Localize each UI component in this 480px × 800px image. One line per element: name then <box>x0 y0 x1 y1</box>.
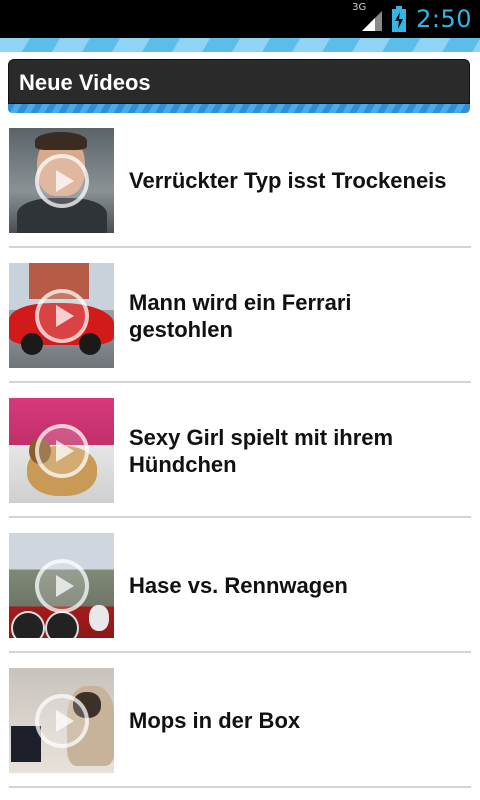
play-icon <box>35 694 89 748</box>
network-type-label: 3G <box>352 2 367 13</box>
play-icon <box>35 154 89 208</box>
video-title[interactable]: Sexy Girl spielt mit ihrem Hündchen <box>129 383 459 518</box>
page-title: Neue Videos <box>19 70 151 95</box>
list-item[interactable]: Verrückter Typ isst Trockeneis <box>9 113 471 248</box>
list-item[interactable]: Mann wird ein Ferrari gestohlen <box>9 248 471 383</box>
video-thumbnail[interactable] <box>9 128 114 233</box>
play-icon <box>35 559 89 613</box>
list-item[interactable]: Sexy Girl spielt mit ihrem Hündchen <box>9 383 471 518</box>
video-list: Verrückter Typ isst Trockeneis Mann wird… <box>9 113 471 788</box>
signal-icon: 3G <box>352 2 386 33</box>
video-title[interactable]: Verrückter Typ isst Trockeneis <box>129 113 459 248</box>
header-underline <box>8 104 470 113</box>
list-item[interactable]: Mops in der Box <box>9 653 471 788</box>
header-bar: Neue Videos <box>8 59 470 104</box>
list-item[interactable]: Hase vs. Rennwagen <box>9 518 471 653</box>
accent-strip <box>0 38 480 52</box>
video-thumbnail[interactable] <box>9 533 114 638</box>
play-icon <box>35 424 89 478</box>
video-title[interactable]: Hase vs. Rennwagen <box>129 518 459 653</box>
video-title[interactable]: Mops in der Box <box>129 653 459 788</box>
video-title[interactable]: Mann wird ein Ferrari gestohlen <box>129 248 459 383</box>
video-thumbnail[interactable] <box>9 398 114 503</box>
clock: 2:50 <box>416 5 472 33</box>
battery-charging-icon <box>392 6 407 32</box>
status-bar: 3G 2:50 <box>0 0 480 38</box>
play-icon <box>35 289 89 343</box>
status-icons: 3G 2:50 <box>352 0 472 38</box>
video-thumbnail[interactable] <box>9 263 114 368</box>
video-thumbnail[interactable] <box>9 668 114 773</box>
